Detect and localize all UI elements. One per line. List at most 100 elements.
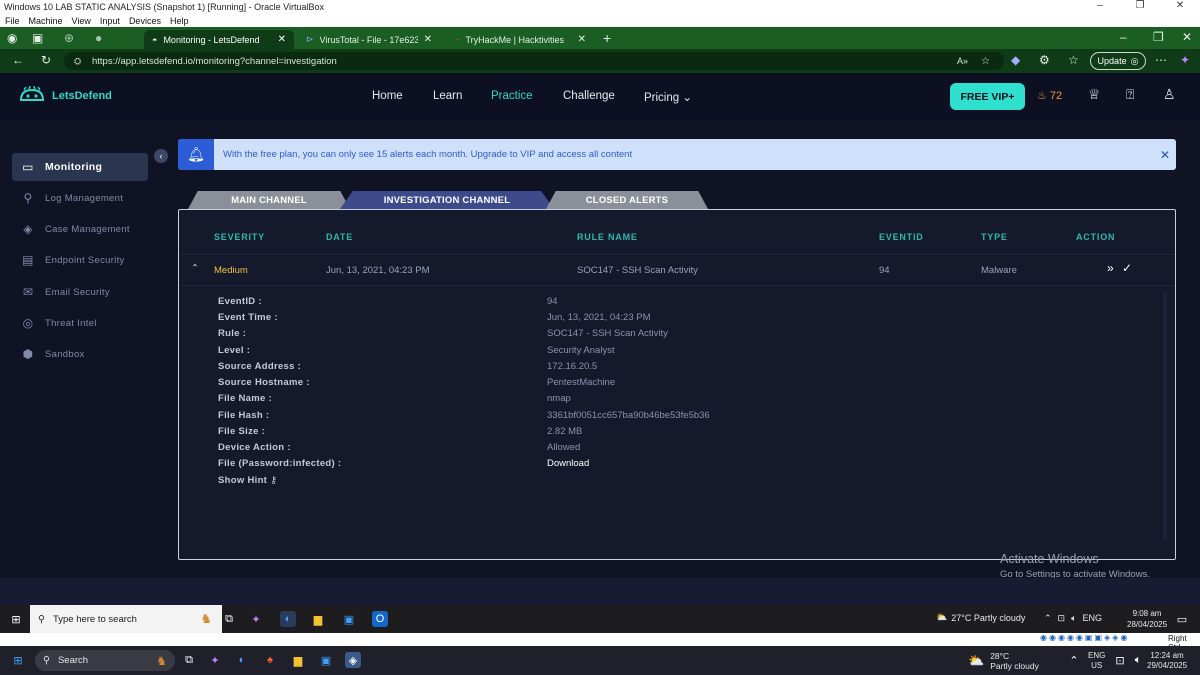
favorites-icon[interactable]: ☆ [1068,53,1079,67]
layers-icon: ◈ [23,222,33,236]
sidebar: ▭ Monitoring ⚲ Log Management ◈ Case Man… [0,133,160,605]
chevron-up-icon[interactable]: ⌃ [1066,652,1082,668]
details-scrollbar[interactable] [1163,292,1167,540]
copilot-icon[interactable]: ✦ [248,611,264,627]
store-icon[interactable]: ▣ [341,611,357,627]
new-tab-button[interactable]: + [603,30,611,46]
host-lang[interactable]: ENG US [1088,651,1105,671]
sidebar-item-sandbox[interactable]: ⬢ Sandbox [12,340,148,368]
menu-help[interactable]: Help [170,16,189,26]
lang-indicator[interactable]: ENG [1083,613,1103,624]
copilot-icon[interactable]: ✦ [207,652,223,668]
tab-investigation-channel[interactable]: INVESTIGATION CHANNEL [340,191,554,209]
menu-view[interactable]: View [72,16,91,26]
outlook-icon[interactable]: O [372,611,388,627]
file-explorer-icon[interactable]: ▆ [310,611,326,627]
windows-start-icon[interactable]: ⊞ [10,652,26,668]
task-view-icon[interactable]: ⧉ [221,611,237,627]
host-clock[interactable]: 12:24 am 29/04/2025 [1147,651,1187,671]
back-icon[interactable]: ← [12,53,24,67]
extension-icon[interactable]: ◆ [1011,53,1020,67]
sidebar-item-log-management[interactable]: ⚲ Log Management [12,184,148,212]
vm-weather[interactable]: ⛅ 27°C Partly cloudy [936,612,1025,623]
close-icon[interactable]: ✕ [1182,30,1192,44]
read-aloud-icon[interactable]: A» [957,56,968,66]
table-row[interactable]: ⌃ Medium Jun, 13, 2021, 04:23 PM SOC147 … [179,254,1175,286]
browser-tab-bar: ◉ ▣ ⊕ ● ◓ Monitoring - LetsDefend ✕ ⊳ Vi… [0,27,1200,49]
restore-icon[interactable]: ❐ [1120,0,1160,14]
edge-icon[interactable]: ◐ [234,652,250,668]
leaderboard-icon[interactable]: ♕ [1088,86,1101,103]
menu-devices[interactable]: Devices [129,16,161,26]
update-button[interactable]: Update ◎ [1090,52,1146,70]
network-icon[interactable]: ⊡ [1112,652,1128,668]
site-info-icon[interactable]: ⛭ [74,56,81,67]
favorite-star-icon[interactable]: ☆ [981,56,990,67]
tab-letsdefend[interactable]: ◓ Monitoring - LetsDefend ✕ [144,30,294,49]
nav-practice[interactable]: Practice [491,90,533,102]
menu-machine[interactable]: Machine [29,16,63,26]
show-hint-link[interactable]: Show Hint ⚷ [218,475,277,486]
tab-main-channel[interactable]: MAIN CHANNEL [188,191,350,209]
close-icon[interactable]: ✕ [1160,0,1200,14]
url-input[interactable]: ⛭ https://app.letsdefend.io/monitoring?c… [64,52,1004,70]
vm-clock[interactable]: 9:08 am 28/04/2025 [1127,608,1167,630]
sidebar-item-threat-intel[interactable]: ◎ Threat Intel [12,309,148,337]
network-icon[interactable]: ⊡ [1058,613,1066,624]
escalate-icon[interactable]: » [1107,261,1114,275]
streak-counter[interactable]: ♨ 72 [1037,89,1062,103]
virtualbox-icon[interactable]: ◈ [345,652,361,668]
close-tab-icon[interactable]: ✕ [424,34,432,45]
checkmark-icon[interactable]: ✓ [1122,261,1132,275]
tab-tryhackme[interactable]: ◔ TryHackMe | Hacktivities ✕ [446,30,594,49]
profile-icon[interactable]: ◉ [7,31,17,45]
globe-icon[interactable]: ⊕ [64,31,74,45]
collapse-sidebar-button[interactable]: ‹ [154,149,168,163]
close-tab-icon[interactable]: ✕ [278,34,286,45]
nav-home[interactable]: Home [372,90,403,102]
task-view-icon[interactable]: ⧉ [181,652,197,668]
refresh-icon[interactable]: ↻ [41,53,51,67]
sidebar-item-email-security[interactable]: ✉ Email Security [12,278,148,306]
sidebar-item-endpoint-security[interactable]: ▤ Endpoint Security [12,246,148,274]
chevron-up-icon[interactable]: ⌃ [1044,613,1052,624]
copilot-icon[interactable]: ✦ [1180,53,1190,67]
brave-icon[interactable]: ♠ [262,652,278,668]
host-weather[interactable]: ⛅ 28°C Partly cloudy [968,651,1039,671]
more-menu-icon[interactable]: ⋯ [1155,53,1167,67]
nav-challenge[interactable]: Challenge [563,90,615,102]
windows-start-icon[interactable]: ⊞ [8,611,24,627]
download-link[interactable]: Download [547,458,589,469]
help-icon[interactable]: ⍰ [1126,86,1134,103]
minimize-icon[interactable]: – [1080,0,1120,14]
free-vip-button[interactable]: FREE VIP+ [950,83,1025,110]
notifications-icon[interactable]: ▭ [1174,611,1190,627]
nav-pricing[interactable]: Pricing ⌄ [644,90,692,104]
close-tab-icon[interactable]: ✕ [578,34,586,45]
vbox-device-icons[interactable]: ◉◉◉◉◉▣▣◈◈◉ [1040,633,1129,642]
volume-icon[interactable]: 🔈︎ [1130,652,1146,668]
sidebar-item-monitoring[interactable]: ▭ Monitoring [12,153,148,181]
file-explorer-icon[interactable]: ▆ [290,652,306,668]
vm-search-input[interactable]: ⚲ Type here to search ♞ [30,605,222,633]
nav-learn[interactable]: Learn [433,90,462,102]
extensions-icon[interactable]: ⚙ [1039,53,1050,67]
menu-input[interactable]: Input [100,16,120,26]
edge-icon[interactable]: ◐ [280,611,296,627]
user-icon[interactable]: ♙ [1163,86,1176,103]
collapse-row-icon[interactable]: ⌃ [191,263,199,274]
host-search-input[interactable]: ⚲ Search ♞ [35,650,175,671]
close-banner-icon[interactable]: ✕ [1160,148,1170,162]
volume-icon[interactable]: 🔈︎ [1071,613,1076,624]
restore-icon[interactable]: ❐ [1153,30,1164,44]
tab-virustotal[interactable]: ⊳ VirusTotal - File - 17e6235f28332 ✕ [298,30,440,49]
tab-closed-alerts[interactable]: CLOSED ALERTS [546,191,708,209]
sidebar-item-case-management[interactable]: ◈ Case Management [12,215,148,243]
letsdefend-logo[interactable]: LetsDefend [18,86,112,106]
workspaces-icon[interactable]: ▣ [32,31,43,45]
watermark-title: Activate Windows [1000,552,1099,566]
store-icon[interactable]: ▣ [318,652,334,668]
minimize-icon[interactable]: – [1120,30,1127,44]
menu-file[interactable]: File [5,16,20,26]
chat-icon[interactable]: ● [95,31,102,45]
